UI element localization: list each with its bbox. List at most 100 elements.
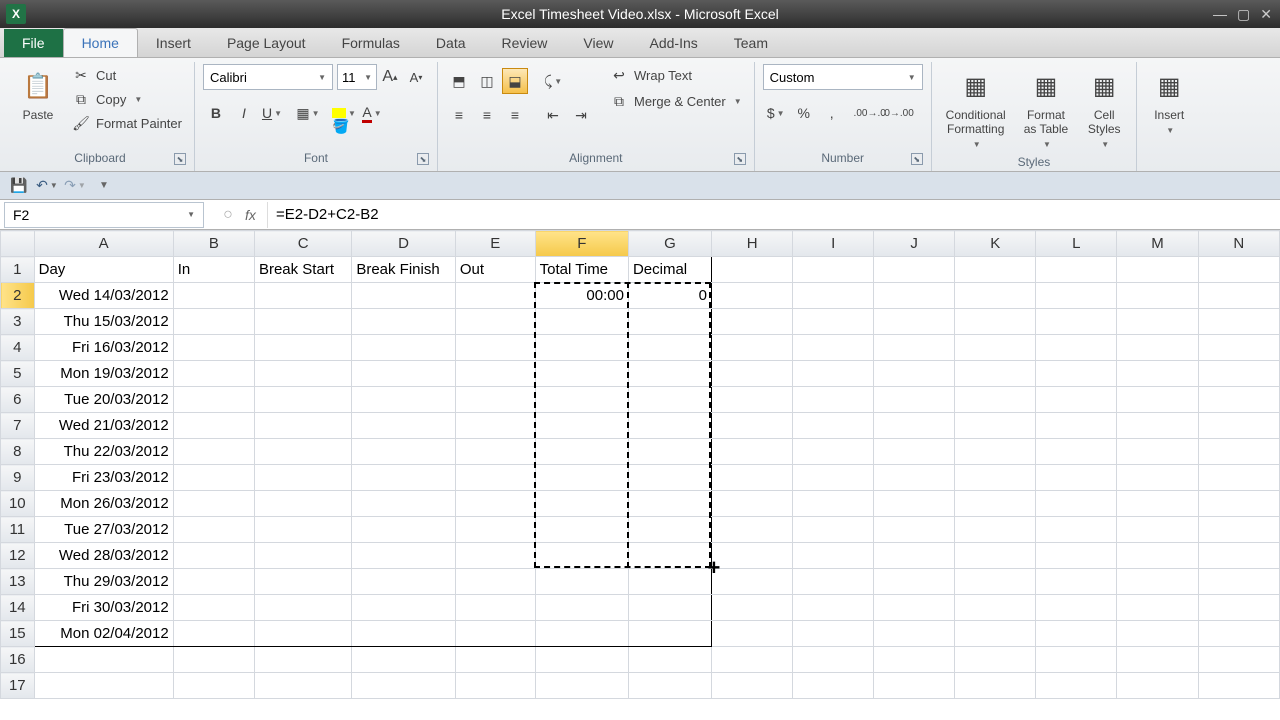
cell-F12[interactable] (535, 543, 628, 569)
cell-J8[interactable] (874, 439, 955, 465)
cell-C9[interactable] (254, 465, 351, 491)
cell-A15[interactable]: Mon 02/04/2012 (34, 621, 173, 647)
cell-M14[interactable] (1117, 595, 1198, 621)
cell-C14[interactable] (254, 595, 351, 621)
cell-B3[interactable] (173, 309, 254, 335)
cell-L6[interactable] (1036, 387, 1117, 413)
cell-N16[interactable] (1198, 647, 1279, 673)
decrease-decimal-button[interactable]: .0→.00 (885, 100, 911, 126)
align-top-button[interactable]: ⬒ (446, 68, 472, 94)
col-header-N[interactable]: N (1198, 231, 1279, 257)
cell-A13[interactable]: Thu 29/03/2012 (34, 569, 173, 595)
align-left-button[interactable]: ≡ (446, 102, 472, 128)
col-header-K[interactable]: K (955, 231, 1036, 257)
cell-M7[interactable] (1117, 413, 1198, 439)
cell-D13[interactable] (352, 569, 455, 595)
cell-C10[interactable] (254, 491, 351, 517)
cell-I10[interactable] (793, 491, 874, 517)
cell-F1[interactable]: Total Time (535, 257, 628, 283)
cell-K12[interactable] (955, 543, 1036, 569)
cell-L4[interactable] (1036, 335, 1117, 361)
cell-L17[interactable] (1036, 673, 1117, 699)
format-painter-button[interactable]: 🖌Format Painter (68, 112, 186, 134)
cell-K10[interactable] (955, 491, 1036, 517)
row-header-4[interactable]: 4 (1, 335, 35, 361)
cell-K3[interactable] (955, 309, 1036, 335)
cell-A10[interactable]: Mon 26/03/2012 (34, 491, 173, 517)
cell-B7[interactable] (173, 413, 254, 439)
cell-D8[interactable] (352, 439, 455, 465)
cell-F8[interactable] (535, 439, 628, 465)
cell-B17[interactable] (173, 673, 254, 699)
cell-D7[interactable] (352, 413, 455, 439)
cell-H8[interactable] (712, 439, 793, 465)
cell-J12[interactable] (874, 543, 955, 569)
percent-button[interactable]: % (791, 100, 817, 126)
cell-G13[interactable] (628, 569, 711, 595)
cell-C11[interactable] (254, 517, 351, 543)
cell-A14[interactable]: Fri 30/03/2012 (34, 595, 173, 621)
maximize-icon[interactable]: ▢ (1237, 6, 1250, 23)
cell-K11[interactable] (955, 517, 1036, 543)
cell-E15[interactable] (455, 621, 535, 647)
align-center-button[interactable]: ≡ (474, 102, 500, 128)
cell-K8[interactable] (955, 439, 1036, 465)
copy-button[interactable]: ⧉Copy▼ (68, 88, 186, 110)
cell-D14[interactable] (352, 595, 455, 621)
accounting-button[interactable]: $▼ (763, 100, 789, 126)
cell-J17[interactable] (874, 673, 955, 699)
row-header-3[interactable]: 3 (1, 309, 35, 335)
cell-M12[interactable] (1117, 543, 1198, 569)
tab-file[interactable]: File (4, 29, 63, 57)
cell-H12[interactable] (712, 543, 793, 569)
fill-color-button[interactable]: 🪣▼ (331, 100, 357, 126)
select-all-corner[interactable] (1, 231, 35, 257)
increase-indent-button[interactable]: ⇥ (568, 102, 594, 128)
cell-G17[interactable] (628, 673, 711, 699)
cell-A9[interactable]: Fri 23/03/2012 (34, 465, 173, 491)
tab-team[interactable]: Team (716, 29, 786, 57)
col-header-J[interactable]: J (874, 231, 955, 257)
number-format-dropdown[interactable]: Custom▼ (763, 64, 923, 90)
row-header-14[interactable]: 14 (1, 595, 35, 621)
tab-insert[interactable]: Insert (138, 29, 209, 57)
cell-B15[interactable] (173, 621, 254, 647)
col-header-D[interactable]: D (352, 231, 455, 257)
cell-F3[interactable] (535, 309, 628, 335)
row-header-2[interactable]: 2 (1, 283, 35, 309)
cell-B5[interactable] (173, 361, 254, 387)
cell-K16[interactable] (955, 647, 1036, 673)
cell-L10[interactable] (1036, 491, 1117, 517)
cell-styles-button[interactable]: ▦Cell Styles▼ (1080, 64, 1128, 153)
cell-C6[interactable] (254, 387, 351, 413)
cell-N8[interactable] (1198, 439, 1279, 465)
cell-K9[interactable] (955, 465, 1036, 491)
cell-A1[interactable]: Day (34, 257, 173, 283)
cell-I3[interactable] (793, 309, 874, 335)
tab-home[interactable]: Home (63, 28, 138, 57)
font-size-dropdown[interactable]: 11▼ (337, 64, 377, 90)
cell-C5[interactable] (254, 361, 351, 387)
cell-F11[interactable] (535, 517, 628, 543)
cell-A2[interactable]: Wed 14/03/2012 (34, 283, 173, 309)
cell-F13[interactable] (535, 569, 628, 595)
row-header-16[interactable]: 16 (1, 647, 35, 673)
cell-D4[interactable] (352, 335, 455, 361)
cell-H3[interactable] (712, 309, 793, 335)
shrink-font-button[interactable]: A▾ (403, 64, 429, 90)
cell-D5[interactable] (352, 361, 455, 387)
cell-L8[interactable] (1036, 439, 1117, 465)
cell-D9[interactable] (352, 465, 455, 491)
cell-A17[interactable] (34, 673, 173, 699)
cell-H15[interactable] (712, 621, 793, 647)
insert-button[interactable]: ▦Insert▼ (1145, 64, 1193, 139)
cell-H5[interactable] (712, 361, 793, 387)
col-header-B[interactable]: B (173, 231, 254, 257)
save-button[interactable]: 💾 (8, 175, 30, 197)
cell-J1[interactable] (874, 257, 955, 283)
cell-A4[interactable]: Fri 16/03/2012 (34, 335, 173, 361)
cell-B14[interactable] (173, 595, 254, 621)
cell-J5[interactable] (874, 361, 955, 387)
cell-M15[interactable] (1117, 621, 1198, 647)
cell-N7[interactable] (1198, 413, 1279, 439)
